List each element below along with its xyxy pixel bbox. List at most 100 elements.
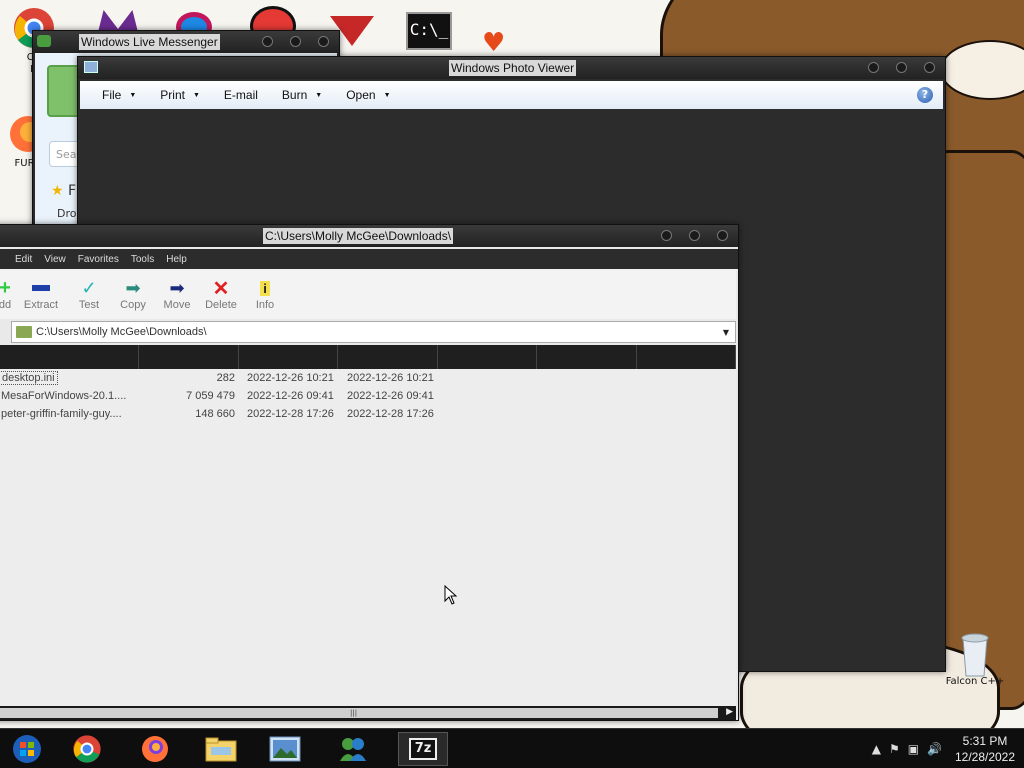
close-button[interactable] (717, 230, 728, 241)
recycle-bin-icon (953, 630, 997, 677)
window-title: Windows Live Messenger (79, 34, 220, 50)
horizontal-scrollbar[interactable]: ||| ▶ (0, 706, 736, 720)
chevron-down-icon: ▼ (129, 91, 137, 99)
chrome-icon (73, 735, 101, 763)
table-row[interactable]: peter-griffin-family-guy.... 148 660 202… (0, 405, 736, 423)
scrollbar-thumb[interactable] (0, 708, 718, 718)
drop-label: Dro (57, 207, 77, 220)
column-modified[interactable] (239, 345, 339, 369)
info-icon: i (260, 280, 270, 296)
column-size[interactable] (139, 345, 239, 369)
table-row[interactable]: desktop.ini 282 2022-12-26 10:21 2022-12… (0, 369, 736, 387)
column-created[interactable] (338, 345, 438, 369)
file-name: desktop.ini (0, 371, 58, 385)
chevron-down-icon: ▼ (383, 91, 391, 99)
file-modified: 2022-12-26 09:41 (247, 390, 334, 402)
photo-viewer-menu: File ▼ Print ▼ E-mail Burn ▼ Open ▼ ? (80, 81, 943, 109)
copy-button[interactable]: ➡ Copy (111, 269, 155, 319)
menu-view[interactable]: View (44, 254, 66, 265)
info-button[interactable]: i Info (243, 269, 287, 319)
minimize-button[interactable] (262, 36, 273, 47)
help-icon[interactable]: ? (917, 87, 933, 103)
test-icon: ✓ (81, 277, 97, 298)
move-button[interactable]: ➡ Move (155, 269, 199, 319)
column-header (0, 345, 737, 369)
add-button[interactable]: + dd (0, 269, 15, 319)
file-name: peter-griffin-family-guy.... (1, 408, 122, 420)
taskbar-file-explorer[interactable] (204, 732, 238, 766)
add-icon: + (0, 276, 11, 299)
sevenzip-window[interactable]: C:\Users\Molly McGee\Downloads\ Edit Vie… (0, 224, 739, 721)
mouse-cursor-icon (444, 585, 458, 605)
photo-viewer-icon (84, 61, 98, 73)
titlebar[interactable]: C:\Users\Molly McGee\Downloads\ (0, 225, 738, 247)
file-created: 2022-12-26 09:41 (347, 390, 434, 402)
favorites-label: ★ F (51, 183, 77, 199)
folder-icon (16, 326, 32, 338)
file-explorer-icon (205, 737, 237, 762)
titlebar[interactable]: Windows Live Messenger (33, 31, 339, 53)
network-icon[interactable]: ▣ (908, 742, 919, 756)
file-list: desktop.ini 282 2022-12-26 10:21 2022-12… (0, 369, 736, 706)
file-modified: 2022-12-28 17:26 (247, 408, 334, 420)
maximize-button[interactable] (689, 230, 700, 241)
column-comment[interactable] (438, 345, 538, 369)
command-prompt-icon[interactable]: C:\_ (406, 12, 452, 50)
toolbar: + dd Extract ✓ Test ➡ Copy ➡ Move ✕ Dele… (0, 269, 736, 319)
maximize-button[interactable] (896, 62, 907, 73)
titlebar[interactable]: Windows Photo Viewer (78, 57, 945, 79)
menu-edit[interactable]: Edit (15, 254, 32, 265)
clock-time: 5:31 PM (962, 734, 1008, 748)
messenger-icon (340, 738, 366, 761)
taskbar-messenger[interactable] (336, 732, 370, 766)
menu-favorites[interactable]: Favorites (78, 254, 119, 265)
clock-date: 12/28/2022 (954, 750, 1016, 764)
menu-bar: Edit View Favorites Tools Help (0, 249, 738, 269)
heart-icon[interactable]: ♥ (482, 30, 505, 56)
minimize-button[interactable] (868, 62, 879, 73)
table-row[interactable]: MesaForWindows-20.1.... 7 059 479 2022-1… (0, 387, 736, 405)
chevron-right-icon[interactable]: ▶ (726, 707, 733, 717)
system-tray: ▲ ⚑ ▣ 🔊 5:31 PM 12/28/2022 (868, 729, 1024, 768)
window-title: Windows Photo Viewer (449, 60, 577, 76)
chevron-up-icon[interactable]: ▲ (872, 742, 881, 756)
taskbar-firefox[interactable] (138, 732, 172, 766)
taskbar-photo-viewer[interactable] (268, 732, 302, 766)
firefox-icon (142, 736, 168, 762)
move-icon: ➡ (169, 277, 185, 298)
falcon-cpp-icon[interactable]: Falcon C++ (944, 630, 1006, 688)
desktop-icon-label: Falcon C++ (945, 676, 1005, 687)
column-name[interactable] (0, 345, 140, 369)
grip-icon: ||| (350, 709, 358, 717)
menu-print[interactable]: Print ▼ (160, 88, 200, 102)
taskbar-chrome[interactable] (70, 732, 104, 766)
file-size: 148 660 (195, 408, 235, 420)
menu-email[interactable]: E-mail (224, 88, 258, 102)
taskbar: 7z ▲ ⚑ ▣ 🔊 5:31 PM 12/28/2022 (0, 728, 1024, 768)
extract-button[interactable]: Extract (15, 269, 67, 319)
clock[interactable]: 5:31 PM 12/28/2022 (946, 733, 1024, 765)
flag-icon[interactable]: ⚑ (889, 742, 900, 756)
delete-button[interactable]: ✕ Delete (199, 269, 243, 319)
close-button[interactable] (924, 62, 935, 73)
address-bar[interactable]: C:\Users\Molly McGee\Downloads\ ▼ (11, 321, 736, 343)
taskbar-sevenzip[interactable]: 7z (398, 732, 448, 766)
volume-icon[interactable]: 🔊 (927, 742, 942, 756)
menu-open[interactable]: Open ▼ (346, 88, 390, 102)
sevenzip-icon: 7z (409, 738, 437, 760)
close-button[interactable] (318, 36, 329, 47)
menu-file[interactable]: File ▼ (102, 88, 136, 102)
address-path: C:\Users\Molly McGee\Downloads\ (36, 326, 207, 338)
menu-burn[interactable]: Burn ▼ (282, 88, 322, 102)
minimize-button[interactable] (661, 230, 672, 241)
test-button[interactable]: ✓ Test (67, 269, 111, 319)
copy-icon: ➡ (125, 277, 141, 298)
maximize-button[interactable] (290, 36, 301, 47)
start-button[interactable] (10, 732, 44, 766)
menu-tools[interactable]: Tools (131, 254, 154, 265)
chevron-down-icon[interactable]: ▼ (723, 328, 729, 337)
column-folders[interactable] (537, 345, 637, 369)
menu-help[interactable]: Help (166, 254, 187, 265)
file-name: MesaForWindows-20.1.... (1, 390, 127, 402)
column-files[interactable] (637, 345, 737, 369)
